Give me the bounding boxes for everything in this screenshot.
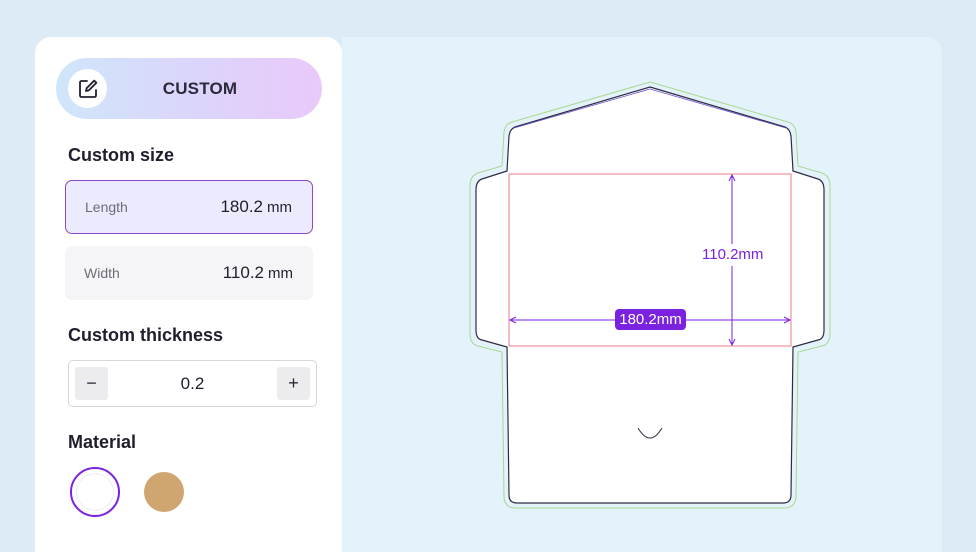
height-dimension-label: 110.2mm: [702, 246, 764, 263]
cut-outline: [475, 86, 825, 504]
width-dimension-label: 180.2mm: [615, 309, 686, 330]
envelope-dieline: [469, 81, 831, 509]
